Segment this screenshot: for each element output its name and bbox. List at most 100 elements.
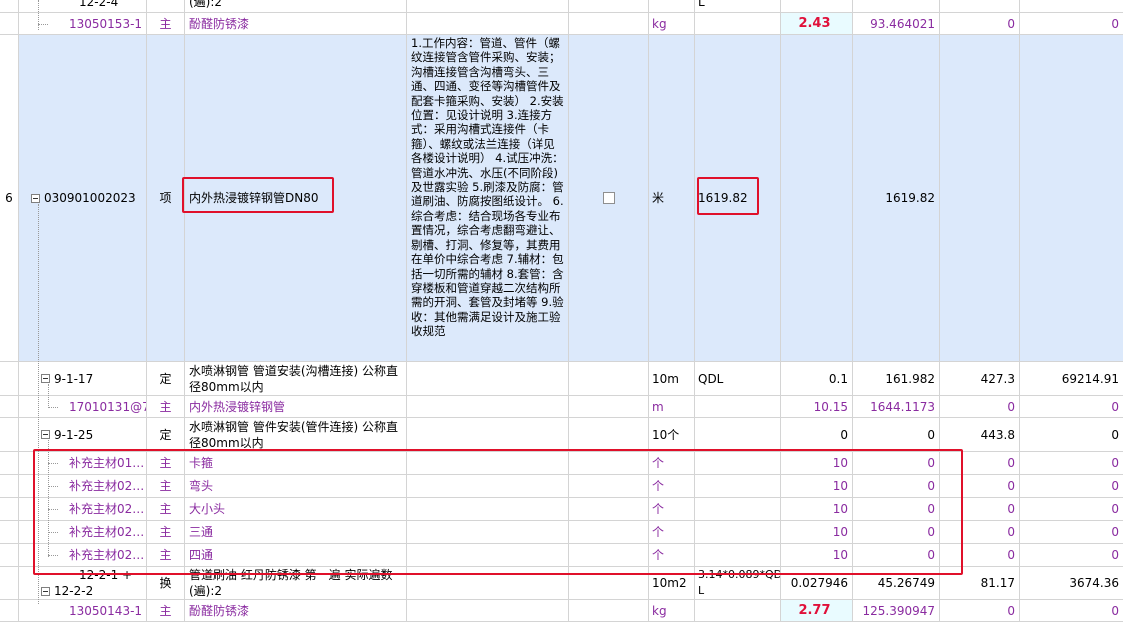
unit-cell[interactable]: kg: [649, 600, 695, 621]
unit-cell[interactable]: 米: [649, 35, 695, 361]
value1-cell[interactable]: 0: [940, 396, 1020, 417]
qty-cell[interactable]: 10: [781, 452, 853, 474]
price-cell[interactable]: 1644.1173: [853, 396, 940, 417]
value1-cell[interactable]: 0: [940, 475, 1020, 497]
value1-cell[interactable]: 0: [940, 452, 1020, 474]
collapse-icon[interactable]: [41, 430, 50, 439]
expr-cell[interactable]: QDL: [695, 362, 781, 395]
unit-cell[interactable]: m: [649, 396, 695, 417]
qty-cell[interactable]: 0: [781, 418, 853, 451]
name-cell[interactable]: 酚醛防锈漆: [185, 13, 407, 34]
name-cell[interactable]: 水喷淋钢管 管件安装(管件连接) 公称直径80mm以内: [185, 418, 407, 451]
type-cell: 定: [147, 418, 185, 451]
type-cell: 主: [147, 452, 185, 474]
collapse-icon[interactable]: [41, 587, 50, 596]
expr-cell[interactable]: L: [695, 0, 781, 12]
price-cell[interactable]: 0: [853, 498, 940, 520]
table-row-selected[interactable]: 6 030901002023 项 内外热浸镀锌钢管DN80 1.工作内容：管道、…: [0, 35, 1123, 362]
value1-cell[interactable]: 443.8: [940, 418, 1020, 451]
row-number-cell: 6: [0, 35, 19, 361]
price-cell[interactable]: 161.982: [853, 362, 940, 395]
row-checkbox[interactable]: [602, 192, 615, 204]
value2-cell[interactable]: 0: [1020, 600, 1123, 621]
name-cell[interactable]: 内外热浸镀锌钢管DN80: [185, 35, 407, 361]
name-cell[interactable]: 管道刷油 红丹防锈漆 第一遍 实际遍数(遍):2: [185, 567, 407, 599]
table-row[interactable]: 补充主材02… 主 弯头 个 10 0 0 0: [0, 475, 1123, 498]
name-cell[interactable]: 四通: [185, 544, 407, 566]
price-cell[interactable]: 93.464021: [853, 13, 940, 34]
value1-cell[interactable]: 427.3: [940, 362, 1020, 395]
unit-cell[interactable]: 个: [649, 521, 695, 543]
name-cell[interactable]: 水喷淋钢管 管道安装(沟槽连接) 公称直径80mm以内: [185, 362, 407, 395]
collapse-icon[interactable]: [41, 374, 50, 383]
value2-cell[interactable]: 0: [1020, 13, 1123, 34]
name-cell[interactable]: (遍):2: [185, 0, 407, 12]
qty-cell[interactable]: 0.1: [781, 362, 853, 395]
unit-cell[interactable]: 10m: [649, 362, 695, 395]
table-row[interactable]: 9-1-17 定 水喷淋钢管 管道安装(沟槽连接) 公称直径80mm以内 10m…: [0, 362, 1123, 396]
name-cell[interactable]: 弯头: [185, 475, 407, 497]
value1-cell[interactable]: 0: [940, 600, 1020, 621]
value2-cell[interactable]: 69214.91: [1020, 362, 1123, 395]
unit-cell[interactable]: 个: [649, 452, 695, 474]
price-cell[interactable]: 0: [853, 521, 940, 543]
check-cell[interactable]: [569, 35, 649, 361]
qty-cell[interactable]: 0.027946: [781, 567, 853, 599]
unit-cell[interactable]: 个: [649, 544, 695, 566]
value2-cell: [1020, 0, 1123, 12]
table-row[interactable]: 补充主材01… 主 卡箍 个 10 0 0 0: [0, 452, 1123, 475]
qty-cell[interactable]: 10.15: [781, 396, 853, 417]
qty-cell[interactable]: 2.43: [781, 13, 853, 34]
price-cell[interactable]: 0: [853, 544, 940, 566]
type-cell: 换: [147, 567, 185, 599]
desc-cell[interactable]: 1.工作内容：管道、管件（螺纹连接管含管件采购、安装；沟槽连接管含沟槽弯头、三通…: [407, 35, 569, 361]
name-cell[interactable]: 酚醛防锈漆: [185, 600, 407, 621]
price-cell[interactable]: 0: [853, 418, 940, 451]
value2-cell[interactable]: 3674.36: [1020, 567, 1123, 599]
qty-cell[interactable]: 1619.82: [853, 35, 940, 361]
value2-cell[interactable]: 0: [1020, 475, 1123, 497]
table-row[interactable]: 13050153-1 主 酚醛防锈漆 kg 2.43 93.464021 0 0: [0, 13, 1123, 35]
value1-cell[interactable]: 0: [940, 13, 1020, 34]
qty-cell[interactable]: 10: [781, 521, 853, 543]
value2-cell[interactable]: 0: [1020, 396, 1123, 417]
value1-cell[interactable]: 0: [940, 521, 1020, 543]
value2-cell[interactable]: 0: [1020, 521, 1123, 543]
name-cell[interactable]: 卡箍: [185, 452, 407, 474]
name-cell[interactable]: 内外热浸镀锌钢管: [185, 396, 407, 417]
value2-cell[interactable]: 0: [1020, 418, 1123, 451]
table-row[interactable]: 9-1-25 定 水喷淋钢管 管件安装(管件连接) 公称直径80mm以内 10个…: [0, 418, 1123, 452]
unit-cell[interactable]: 个: [649, 475, 695, 497]
name-cell[interactable]: 大小头: [185, 498, 407, 520]
qty-cell[interactable]: 10: [781, 475, 853, 497]
table-row[interactable]: 12-2-4 (遍):2 L: [0, 0, 1123, 13]
qty-cell[interactable]: 10: [781, 498, 853, 520]
name-cell[interactable]: 三通: [185, 521, 407, 543]
qty-cell[interactable]: 10: [781, 544, 853, 566]
table-row[interactable]: 补充主材02… 主 大小头 个 10 0 0 0: [0, 498, 1123, 521]
table-row[interactable]: 补充主材02… 主 三通 个 10 0 0 0: [0, 521, 1123, 544]
value2-cell[interactable]: 0: [1020, 498, 1123, 520]
unit-cell[interactable]: kg: [649, 13, 695, 34]
value1-cell[interactable]: 0: [940, 498, 1020, 520]
price-cell[interactable]: 45.26749: [853, 567, 940, 599]
price-cell[interactable]: 0: [853, 475, 940, 497]
price-cell[interactable]: 0: [853, 452, 940, 474]
unit-cell[interactable]: 个: [649, 498, 695, 520]
unit-cell[interactable]: 10m2: [649, 567, 695, 599]
table-row[interactable]: 13050143-1 主 酚醛防锈漆 kg 2.77 125.390947 0 …: [0, 600, 1123, 622]
table-row[interactable]: 12-2-1 + 12-2-2 换 管道刷油 红丹防锈漆 第一遍 实际遍数(遍)…: [0, 567, 1123, 600]
price-cell[interactable]: 125.390947: [853, 600, 940, 621]
expr-cell[interactable]: 1619.82: [695, 35, 781, 361]
value2-cell[interactable]: 0: [1020, 544, 1123, 566]
table-row[interactable]: 补充主材02… 主 四通 个 10 0 0 0: [0, 544, 1123, 567]
tree-connector: [48, 509, 58, 510]
value1-cell[interactable]: 81.17: [940, 567, 1020, 599]
expr-cell[interactable]: 3.14*0.089*QD L: [695, 567, 781, 599]
unit-cell[interactable]: 10个: [649, 418, 695, 451]
collapse-icon[interactable]: [31, 193, 40, 203]
value1-cell[interactable]: 0: [940, 544, 1020, 566]
value2-cell[interactable]: 0: [1020, 452, 1123, 474]
qty-cell[interactable]: 2.77: [781, 600, 853, 621]
table-row[interactable]: 17010131@7 主 内外热浸镀锌钢管 m 10.15 1644.1173 …: [0, 396, 1123, 418]
